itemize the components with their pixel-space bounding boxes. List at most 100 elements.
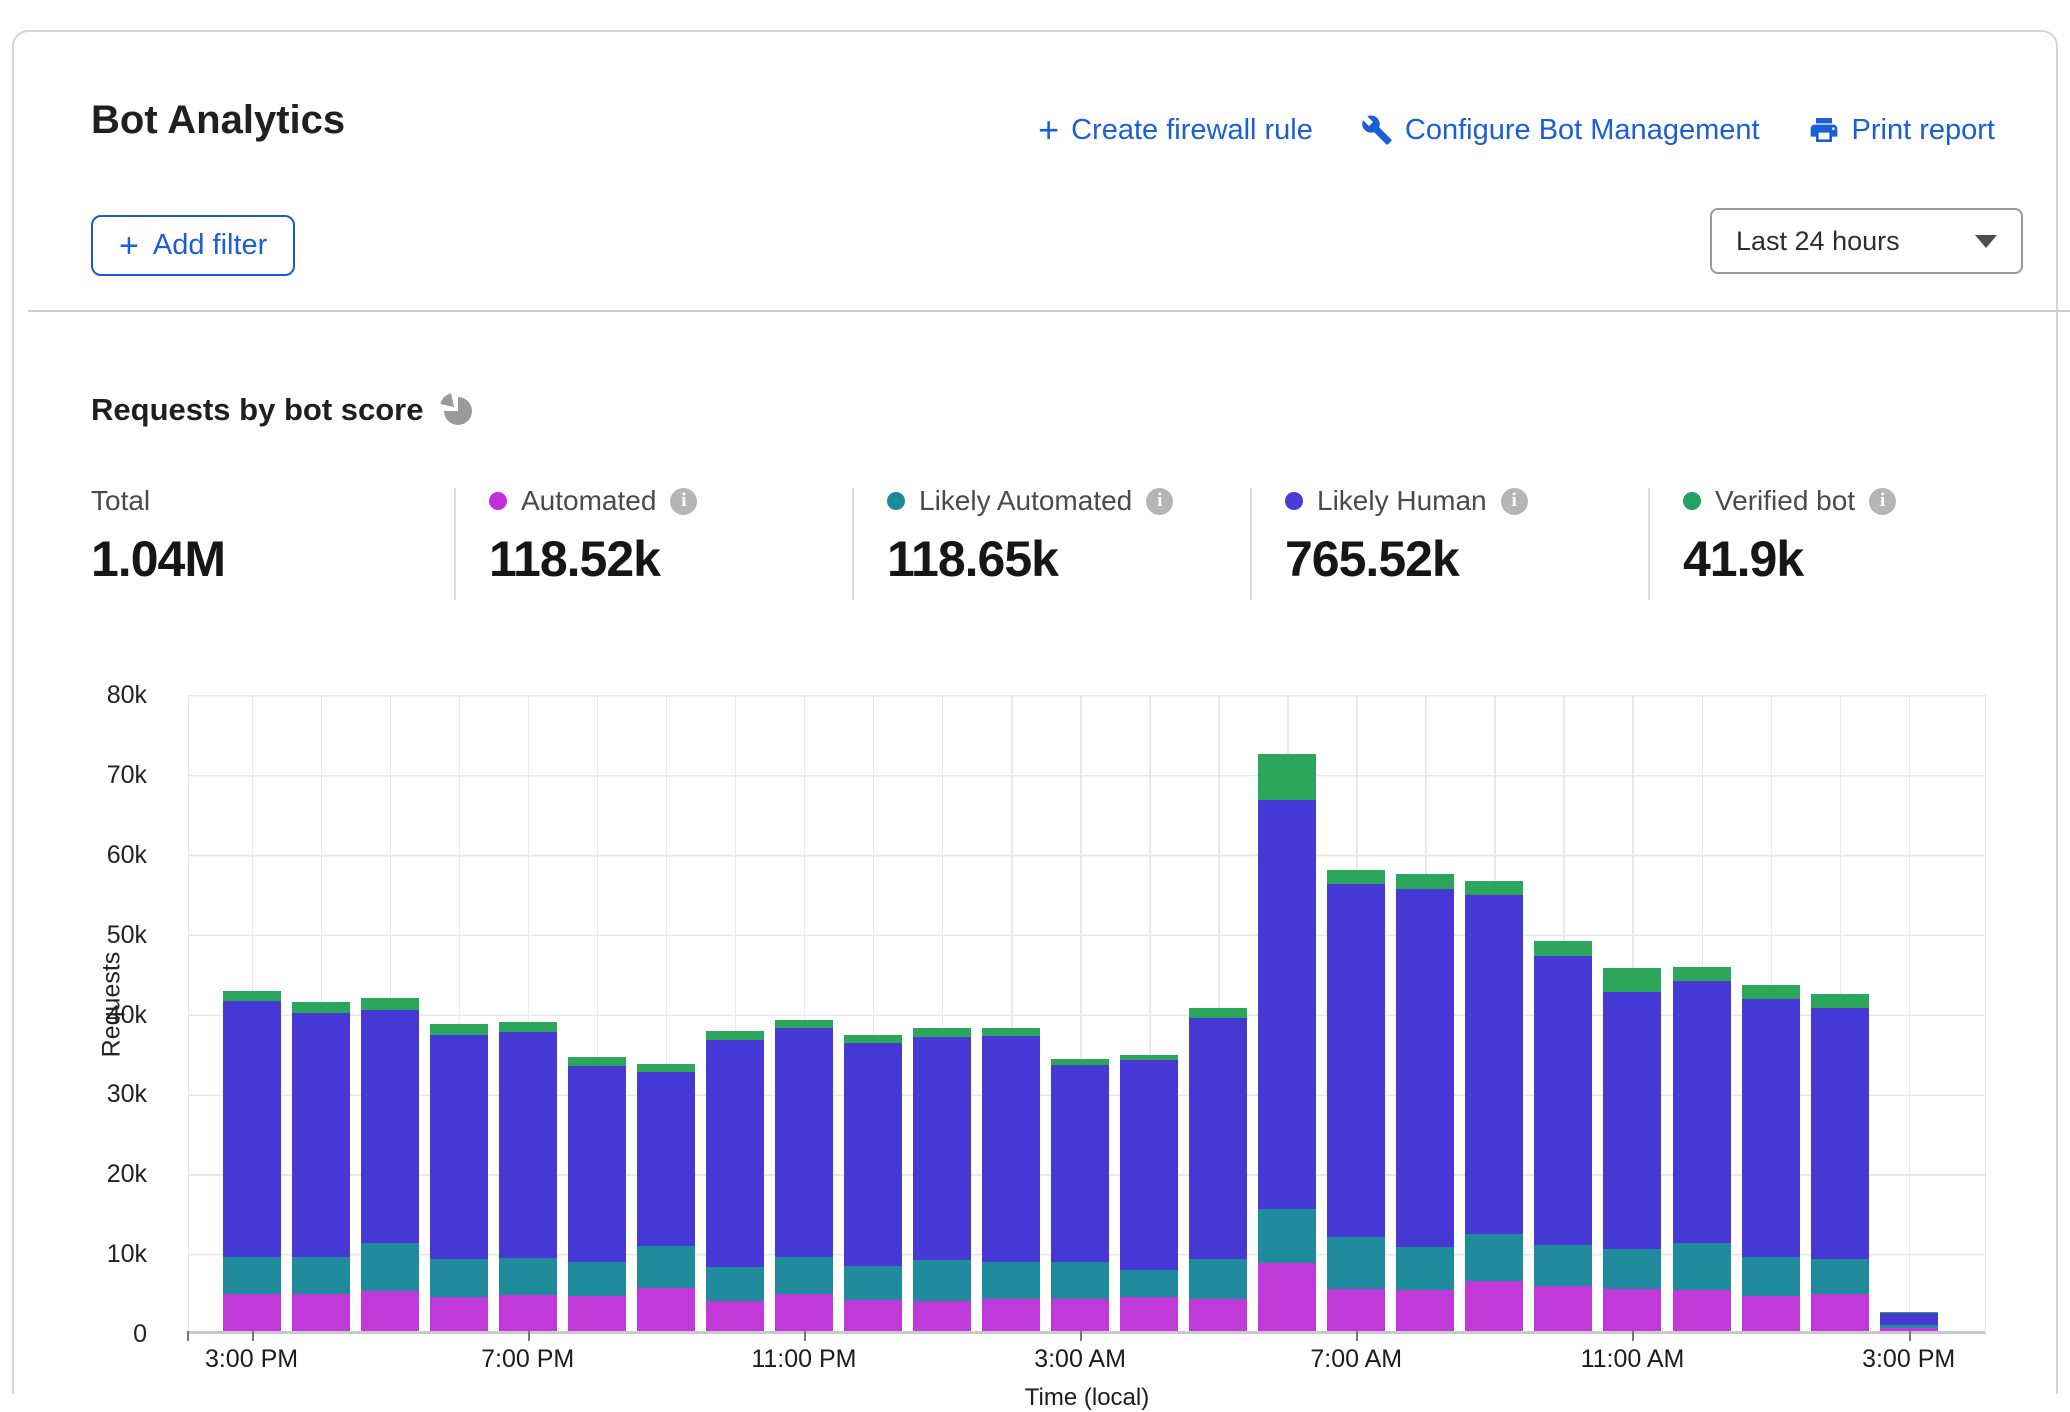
- stacked-bar[interactable]: [499, 1022, 557, 1331]
- stat-value: 41.9k: [1683, 530, 2043, 588]
- stacked-bar[interactable]: [1534, 941, 1592, 1331]
- info-icon[interactable]: i: [1501, 488, 1528, 515]
- stacked-bar[interactable]: [706, 1031, 764, 1331]
- bar-segment-verified-bot: [1534, 941, 1592, 955]
- bar-segment-likely-automated: [1603, 1249, 1661, 1289]
- y-tick-label: 30k: [14, 1079, 147, 1109]
- stat-value: 765.52k: [1285, 530, 1645, 588]
- bar-segment-automated: [1051, 1299, 1109, 1331]
- x-tick-label: 3:00 AM: [1034, 1345, 1126, 1374]
- page-title: Bot Analytics: [91, 98, 345, 143]
- y-tick-label: 70k: [14, 760, 147, 790]
- bar-slot: [631, 695, 700, 1331]
- x-tick-mark: [528, 1331, 530, 1341]
- stacked-bar[interactable]: [1465, 881, 1523, 1331]
- add-filter-button[interactable]: + Add filter: [91, 215, 295, 276]
- bar-slot: [1736, 695, 1805, 1331]
- stacked-bar[interactable]: [1673, 967, 1731, 1331]
- bar-segment-likely-automated: [1189, 1259, 1247, 1299]
- stacked-bar[interactable]: [361, 998, 419, 1331]
- stat-divider: [1250, 488, 1252, 600]
- bar-segment-likely-human: [361, 1010, 419, 1243]
- stacked-bar[interactable]: [292, 1002, 350, 1331]
- bar-segment-likely-human: [1189, 1018, 1247, 1259]
- bar-segment-likely-human: [1327, 884, 1385, 1237]
- bar-segment-likely-human: [1120, 1060, 1178, 1270]
- bar-segment-verified-bot: [1603, 968, 1661, 991]
- bar-segment-verified-bot: [913, 1028, 971, 1037]
- bar-slot: [1667, 695, 1736, 1331]
- bar-segment-verified-bot: [1811, 994, 1869, 1008]
- stacked-bar[interactable]: [1258, 754, 1316, 1331]
- bar-slot: [1391, 695, 1460, 1331]
- stacked-bar[interactable]: [1189, 1008, 1247, 1331]
- bar-segment-verified-bot: [223, 991, 281, 1001]
- bar-segment-automated: [1327, 1289, 1385, 1331]
- stacked-bar[interactable]: [1051, 1059, 1109, 1331]
- printer-icon: [1808, 114, 1840, 146]
- stacked-bar[interactable]: [1120, 1055, 1178, 1331]
- bar-segment-likely-automated: [1673, 1243, 1731, 1290]
- stacked-bar[interactable]: [913, 1028, 971, 1331]
- stacked-bar[interactable]: [1603, 968, 1661, 1331]
- bar-segment-automated: [1189, 1299, 1247, 1331]
- bar-segment-automated: [913, 1301, 971, 1331]
- stacked-bar[interactable]: [637, 1064, 695, 1331]
- stat-likely-automated: Likely Automatedi118.65k: [887, 484, 1247, 588]
- stacked-bar[interactable]: [430, 1024, 488, 1331]
- bar-segment-verified-bot: [1673, 967, 1731, 981]
- bar-segment-likely-human: [499, 1032, 557, 1257]
- stacked-bar[interactable]: [1327, 870, 1385, 1331]
- stacked-bar[interactable]: [982, 1028, 1040, 1331]
- info-icon[interactable]: i: [1869, 488, 1896, 515]
- stat-total: Total1.04M: [91, 484, 451, 588]
- stacked-bar[interactable]: [223, 991, 281, 1331]
- bar-segment-verified-bot: [1189, 1008, 1247, 1018]
- bar-slot: [907, 695, 976, 1331]
- stacked-bar[interactable]: [568, 1057, 626, 1331]
- bar-segment-likely-human: [1811, 1008, 1869, 1259]
- bar-slot: [1253, 695, 1322, 1331]
- bar-segment-likely-automated: [1258, 1209, 1316, 1263]
- section-title-row: Requests by bot score: [91, 392, 473, 428]
- configure-bot-management-label: Configure Bot Management: [1405, 114, 1760, 147]
- stacked-bar[interactable]: [844, 1035, 902, 1331]
- bar-slot: 3:00 PM: [1874, 695, 1943, 1331]
- stacked-bar[interactable]: [775, 1020, 833, 1331]
- stats-row: Total1.04MAutomatedi118.52kLikely Automa…: [14, 484, 2056, 604]
- bar-segment-automated: [1465, 1281, 1523, 1331]
- bar-segment-verified-bot: [1327, 870, 1385, 884]
- stacked-bar[interactable]: [1396, 874, 1454, 1331]
- bar-segment-likely-automated: [292, 1257, 350, 1295]
- bar-segment-verified-bot: [775, 1020, 833, 1028]
- stacked-bar[interactable]: [1811, 994, 1869, 1331]
- stacked-bar[interactable]: [1742, 985, 1800, 1331]
- section-title: Requests by bot score: [91, 392, 423, 428]
- bar-slot: [1460, 695, 1529, 1331]
- time-range-value: Last 24 hours: [1736, 226, 1900, 257]
- y-tick-label: 50k: [14, 920, 147, 950]
- plus-icon: +: [119, 229, 139, 263]
- bar-segment-likely-automated: [361, 1243, 419, 1291]
- x-tick-mark: [1356, 1331, 1358, 1341]
- create-firewall-rule-link[interactable]: + Create firewall rule: [1038, 112, 1313, 148]
- configure-bot-management-link[interactable]: Configure Bot Management: [1361, 114, 1760, 147]
- bar-segment-verified-bot: [706, 1031, 764, 1040]
- stat-label: Total: [91, 485, 150, 517]
- plus-icon: +: [1038, 112, 1059, 148]
- bar-slot: [424, 695, 493, 1331]
- time-range-select[interactable]: Last 24 hours: [1710, 208, 2023, 274]
- bar-segment-automated: [1742, 1296, 1800, 1331]
- info-icon[interactable]: i: [1146, 488, 1173, 515]
- stat-label: Automated: [521, 485, 656, 517]
- info-icon[interactable]: i: [670, 488, 697, 515]
- legend-dot: [489, 492, 507, 510]
- print-report-link[interactable]: Print report: [1808, 114, 1995, 147]
- bar-segment-likely-human: [706, 1040, 764, 1268]
- stacked-bar[interactable]: [1880, 1312, 1938, 1331]
- bar-segment-likely-automated: [1120, 1270, 1178, 1296]
- bar-segment-likely-human: [1534, 956, 1592, 1245]
- create-firewall-rule-label: Create firewall rule: [1071, 114, 1313, 147]
- x-tick-label: 11:00 PM: [751, 1345, 856, 1374]
- bar-segment-automated: [844, 1300, 902, 1331]
